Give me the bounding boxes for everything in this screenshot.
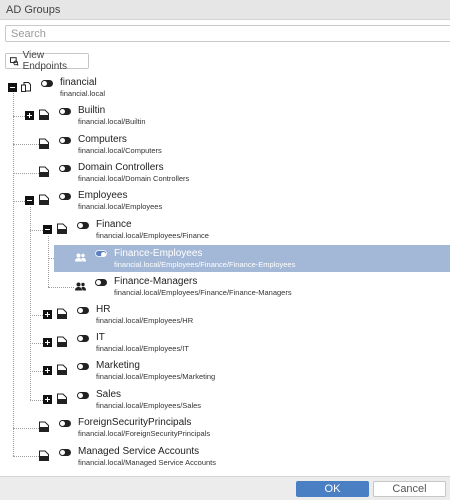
- node-name: Marketing: [96, 360, 140, 371]
- expand-icon[interactable]: [25, 111, 34, 120]
- expand-icon[interactable]: [43, 310, 52, 319]
- toggle-switch[interactable]: [77, 222, 89, 229]
- tree-node-it[interactable]: IT financial.local/Employees/IT: [0, 330, 450, 356]
- tree-node-finance-managers[interactable]: Finance-Managers financial.local/Employe…: [0, 274, 450, 300]
- node-path: financial.local/Builtin: [78, 117, 146, 126]
- toggle-switch[interactable]: [77, 392, 89, 399]
- collapse-icon[interactable]: [8, 83, 17, 92]
- dialog-footer: OK Cancel: [0, 476, 450, 500]
- node-name: Computers: [78, 134, 127, 145]
- node-path: financial.local/Employees/Sales: [96, 401, 202, 410]
- collapse-icon[interactable]: [43, 225, 52, 234]
- tree-node-hr[interactable]: HR financial.local/Employees/HR: [0, 302, 450, 328]
- folder-icon: [57, 308, 67, 319]
- toggle-switch[interactable]: [59, 108, 71, 115]
- node-name: financial: [60, 77, 97, 88]
- folder-icon: [39, 166, 49, 177]
- node-path: financial.local/Employees/Finance/Financ…: [114, 260, 296, 269]
- toggle-switch[interactable]: [59, 449, 71, 456]
- node-name: Domain Controllers: [78, 162, 164, 173]
- node-name: Managed Service Accounts: [78, 446, 200, 457]
- node-name: Employees: [78, 190, 128, 201]
- node-path: financial.local/Employees/Finance: [96, 231, 209, 240]
- node-name: ForeignSecurityPrincipals: [78, 417, 192, 428]
- toggle-switch[interactable]: [77, 363, 89, 370]
- cancel-button[interactable]: Cancel: [373, 481, 446, 497]
- expand-icon[interactable]: [43, 366, 52, 375]
- tree-node-managed-service-accounts[interactable]: Managed Service Accounts financial.local…: [0, 444, 450, 470]
- group-icon: [75, 253, 86, 262]
- toggle-switch[interactable]: [59, 137, 71, 144]
- folder-icon: [39, 109, 49, 120]
- expand-icon[interactable]: [43, 338, 52, 347]
- node-name: IT: [96, 332, 105, 343]
- toggle-switch[interactable]: [59, 165, 71, 172]
- node-path: financial.local/Employees/Finance/Financ…: [114, 288, 292, 297]
- folder-icon: [57, 393, 67, 404]
- node-path: financial.local: [60, 89, 106, 98]
- folder-icon: [57, 336, 67, 347]
- ad-group-tree: financial financial.local Builtin financ…: [0, 0, 450, 476]
- node-path: financial.local/Employees/HR: [96, 316, 194, 325]
- tree-node-finance-employees[interactable]: Finance-Employees financial.local/Employ…: [54, 245, 450, 272]
- tree-node-foreign-security-principals[interactable]: ForeignSecurityPrincipals financial.loca…: [0, 415, 450, 441]
- toggle-switch[interactable]: [95, 250, 107, 257]
- folder-icon: [39, 138, 49, 149]
- node-name: Sales: [96, 389, 122, 400]
- tree-node-financial[interactable]: financial financial.local: [0, 75, 450, 101]
- node-path: financial.local/Managed Service Accounts: [78, 458, 216, 467]
- tree-node-employees[interactable]: Employees financial.local/Employees: [0, 188, 450, 214]
- node-name: HR: [96, 304, 111, 315]
- folder-icon: [39, 421, 49, 432]
- node-path: financial.local/Employees/Marketing: [96, 372, 216, 381]
- collapse-icon[interactable]: [25, 196, 34, 205]
- tree-node-marketing[interactable]: Marketing financial.local/Employees/Mark…: [0, 358, 450, 384]
- node-name: Finance-Employees: [114, 248, 203, 259]
- node-path: financial.local/Employees: [78, 202, 163, 211]
- folder-icon: [39, 450, 49, 461]
- toggle-switch[interactable]: [77, 307, 89, 314]
- ok-button[interactable]: OK: [296, 481, 369, 497]
- tree-node-domain-controllers[interactable]: Domain Controllers financial.local/Domai…: [0, 160, 450, 186]
- node-name: Finance: [96, 219, 132, 230]
- node-path: financial.local/Domain Controllers: [78, 174, 190, 183]
- toggle-switch[interactable]: [95, 279, 107, 286]
- toggle-switch[interactable]: [41, 80, 53, 87]
- folder-icon: [39, 194, 49, 205]
- toggle-switch[interactable]: [59, 420, 71, 427]
- node-name: Builtin: [78, 105, 106, 116]
- expand-icon[interactable]: [43, 395, 52, 404]
- toggle-switch[interactable]: [59, 193, 71, 200]
- node-name: Finance-Managers: [114, 276, 198, 287]
- node-path: financial.local/ForeignSecurityPrincipal…: [78, 429, 211, 438]
- tree-node-builtin[interactable]: Builtin financial.local/Builtin: [0, 103, 450, 129]
- node-path: financial.local/Computers: [78, 146, 162, 155]
- node-path: financial.local/Employees/IT: [96, 344, 189, 353]
- toggle-switch[interactable]: [77, 335, 89, 342]
- tree-node-finance[interactable]: Finance financial.local/Employees/Financ…: [0, 217, 450, 243]
- folder-icon: [57, 223, 67, 234]
- domain-icon: [21, 82, 31, 92]
- group-icon: [75, 282, 86, 291]
- tree-node-sales[interactable]: Sales financial.local/Employees/Sales: [0, 387, 450, 413]
- tree-node-computers[interactable]: Computers financial.local/Computers: [0, 132, 450, 158]
- folder-icon: [57, 364, 67, 375]
